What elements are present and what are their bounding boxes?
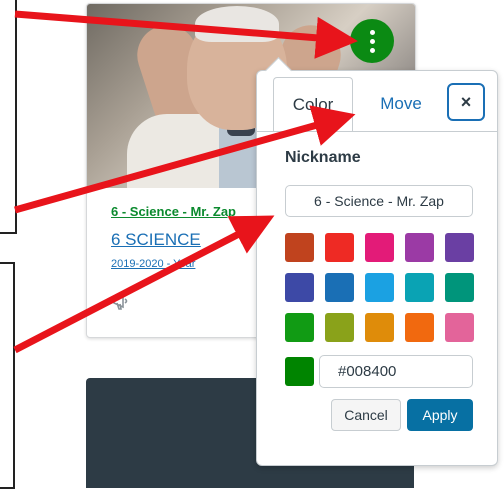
color-swatch[interactable] [365,273,394,302]
color-swatch[interactable] [325,273,354,302]
close-button[interactable]: × [447,83,485,121]
color-swatch[interactable] [325,313,354,342]
callout-box-top [0,0,17,234]
nickname-input[interactable]: 6 - Science - Mr. Zap [285,185,473,217]
nickname-label: Nickname [285,149,361,166]
color-swatch[interactable] [405,233,434,262]
hex-color-input[interactable]: #008400 [319,355,473,388]
color-popover: Color Move × Nickname 6 - Science - Mr. … [256,70,498,466]
tab-color[interactable]: Color [273,77,353,132]
megaphone-icon[interactable] [111,292,135,312]
color-swatch[interactable] [445,313,474,342]
color-swatch[interactable] [285,233,314,262]
kebab-menu-icon[interactable] [350,19,394,63]
color-swatch[interactable] [405,313,434,342]
color-swatch[interactable] [325,233,354,262]
color-swatch[interactable] [285,313,314,342]
kebab-dot [370,39,375,44]
color-swatch[interactable] [365,233,394,262]
color-swatch[interactable] [365,313,394,342]
cancel-button[interactable]: Cancel [331,399,401,431]
color-swatch[interactable] [285,273,314,302]
hero-image-shape [195,6,279,42]
course-title-link[interactable]: 6 - Science - Mr. Zap [111,204,236,219]
kebab-dot [370,30,375,35]
callout-box-bottom [0,262,15,489]
apply-button[interactable]: Apply [407,399,473,431]
color-swatch[interactable] [445,233,474,262]
selected-color-swatch [285,357,314,386]
course-code-link[interactable]: 6 SCIENCE [111,230,201,250]
tab-divider [257,131,497,132]
color-swatch[interactable] [405,273,434,302]
color-swatch[interactable] [445,273,474,302]
tab-move[interactable]: Move [361,77,441,131]
course-term: 2019-2020 - Year [111,258,196,270]
kebab-dot [370,48,375,53]
